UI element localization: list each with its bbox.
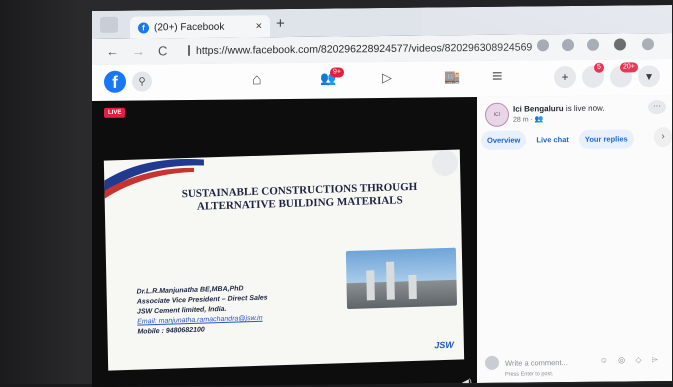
- account-icon[interactable]: ▾: [638, 65, 660, 88]
- tab-live-chat[interactable]: Live chat: [530, 130, 575, 149]
- reload-button[interactable]: C: [158, 43, 167, 58]
- notifications-badge: 20+: [620, 62, 638, 73]
- plant-tower: [408, 274, 417, 300]
- screen: f (20+) Facebook × + ← → C https://www.f…: [92, 4, 672, 387]
- more-options-icon[interactable]: ···: [648, 100, 666, 115]
- comment-input[interactable]: Write a comment...: [505, 358, 568, 368]
- browser-tab[interactable]: f (20+) Facebook ×: [130, 15, 270, 39]
- read-aloud-icon[interactable]: [537, 39, 549, 52]
- back-button[interactable]: ←: [106, 44, 119, 59]
- tab-your-replies[interactable]: Your replies: [578, 129, 634, 149]
- page-name[interactable]: Ici Bengaluru: [513, 104, 564, 114]
- url-text: https://www.facebook.com/820296228924577…: [196, 40, 533, 57]
- presentation-slide: SUSTAINABLE CONSTRUCTIONS THROUGH ALTERN…: [103, 149, 465, 371]
- marketplace-icon[interactable]: 🏬: [444, 69, 460, 85]
- presenter-details: Dr.L.R.Manjunatha BE,MBA,PhD Associate V…: [137, 284, 269, 338]
- live-badge: LIVE: [104, 107, 126, 118]
- chat-header: ICI Ici Bengaluru is live now. 28 m · 👥 …: [477, 95, 672, 155]
- tab-overview[interactable]: Overview: [481, 130, 527, 150]
- chat-tabs: Overview Live chat Your replies: [481, 129, 634, 150]
- tab-close-icon[interactable]: ×: [256, 20, 262, 32]
- status-text: is live now.: [565, 103, 605, 114]
- cement-plant-image: [345, 247, 458, 310]
- favorites-star-icon[interactable]: [562, 38, 574, 52]
- search-icon[interactable]: ⚲: [132, 71, 152, 92]
- forward-button[interactable]: →: [132, 43, 145, 58]
- collections-icon[interactable]: [587, 38, 599, 51]
- post-time: 28 m · 👥: [513, 116, 544, 124]
- messenger-badge: 5: [594, 62, 604, 73]
- slide-corner-logo: [431, 149, 459, 177]
- create-icon[interactable]: +: [554, 65, 576, 89]
- profile-icon[interactable]: [614, 38, 626, 51]
- enter-hint: Press Enter to post.: [505, 371, 554, 378]
- tab-title: (20+) Facebook: [154, 21, 225, 33]
- window-menu-icon[interactable]: [100, 16, 118, 33]
- chevron-right-icon[interactable]: ›: [654, 126, 672, 148]
- watch-icon[interactable]: ▷: [382, 70, 392, 86]
- url-field[interactable]: https://www.facebook.com/820296228924577…: [188, 39, 532, 59]
- plant-tower: [386, 261, 395, 300]
- jsw-logo: JSW: [434, 339, 454, 351]
- live-chat-panel: ICI Ici Bengaluru is live now. 28 m · 👥 …: [477, 94, 672, 384]
- composer-icons[interactable]: ☺ ◎ ◇ ⌲: [600, 355, 662, 366]
- page-avatar[interactable]: ICI: [485, 102, 509, 127]
- browser-menu-icon[interactable]: [642, 38, 654, 51]
- user-avatar: [485, 355, 499, 370]
- facebook-favicon-icon: f: [138, 21, 149, 34]
- volume-icon[interactable]: ◀): [462, 377, 472, 387]
- lock-icon: [188, 45, 190, 57]
- plant-tower: [366, 270, 375, 301]
- live-video-player[interactable]: LIVE SUSTAINABLE CONSTRUCTIONS THROUGH A…: [92, 97, 477, 387]
- new-tab-button[interactable]: +: [276, 15, 285, 32]
- home-icon[interactable]: ⌂: [252, 71, 262, 89]
- friends-badge: 9+: [330, 67, 344, 78]
- facebook-logo-icon[interactable]: f: [104, 70, 126, 93]
- menu-icon[interactable]: ≡: [492, 66, 503, 87]
- live-status-text: Ici Bengaluru is live now.: [513, 104, 605, 114]
